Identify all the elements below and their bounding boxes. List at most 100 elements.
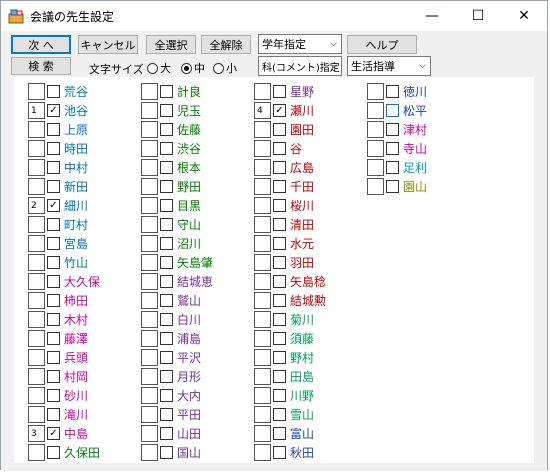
order-number-box[interactable] <box>254 254 271 271</box>
deselect-all-button[interactable]: 全解除 <box>201 35 251 54</box>
teacher-checkbox[interactable] <box>160 256 173 269</box>
teacher-checkbox[interactable] <box>47 161 60 174</box>
teacher-row[interactable]: 秋田 <box>254 443 314 462</box>
order-number-box[interactable] <box>254 216 271 233</box>
order-number-box[interactable] <box>254 83 271 100</box>
teacher-checkbox[interactable] <box>273 313 286 326</box>
teacher-checkbox[interactable] <box>160 237 173 250</box>
teacher-checkbox[interactable] <box>386 123 399 136</box>
next-button[interactable]: 次 へ <box>11 35 71 54</box>
teacher-checkbox[interactable] <box>273 427 286 440</box>
teacher-row[interactable]: 大内 <box>141 386 201 405</box>
teacher-checkbox[interactable] <box>273 332 286 345</box>
teacher-row[interactable]: 児玉 <box>141 101 201 120</box>
order-number-box[interactable] <box>254 178 271 195</box>
teacher-checkbox[interactable] <box>47 275 60 288</box>
teacher-row[interactable]: 1 ✓ 池谷 <box>28 101 88 120</box>
order-number-box[interactable] <box>141 292 158 309</box>
teacher-row[interactable]: 広島 <box>254 158 314 177</box>
teacher-checkbox[interactable] <box>386 85 399 98</box>
order-number-box[interactable] <box>254 349 271 366</box>
teacher-checkbox[interactable] <box>160 446 173 459</box>
subject-select[interactable]: 科(コメント)指定 ⌵ <box>258 56 342 76</box>
teacher-checkbox[interactable] <box>386 180 399 193</box>
teacher-row[interactable]: 兵頭 <box>28 348 88 367</box>
order-number-box[interactable] <box>141 216 158 233</box>
teacher-row[interactable]: 宮島 <box>28 234 88 253</box>
teacher-row[interactable]: 菊川 <box>254 310 314 329</box>
order-number-box[interactable] <box>367 102 384 119</box>
order-number-box[interactable] <box>28 235 45 252</box>
teacher-row[interactable]: 足利 <box>367 158 427 177</box>
order-number-box[interactable] <box>28 387 45 404</box>
teacher-row[interactable]: 砂川 <box>28 386 88 405</box>
teacher-checkbox[interactable] <box>160 218 173 231</box>
order-number-box[interactable] <box>141 197 158 214</box>
teacher-row[interactable]: 清田 <box>254 215 314 234</box>
order-number-box[interactable] <box>28 292 45 309</box>
order-number-box[interactable] <box>367 140 384 157</box>
teacher-row[interactable]: 根本 <box>141 158 201 177</box>
order-number-box[interactable] <box>28 330 45 347</box>
teacher-row[interactable]: 水元 <box>254 234 314 253</box>
order-number-box[interactable] <box>141 406 158 423</box>
order-number-box[interactable] <box>254 444 271 461</box>
teacher-row[interactable]: 平田 <box>141 405 201 424</box>
teacher-row[interactable]: 藤澤 <box>28 329 88 348</box>
teacher-checkbox[interactable] <box>47 446 60 459</box>
order-number-box[interactable] <box>254 197 271 214</box>
help-button[interactable]: ヘルプ <box>347 35 417 54</box>
teacher-row[interactable]: 荒谷 <box>28 82 88 101</box>
teacher-row[interactable]: 浦島 <box>141 329 201 348</box>
order-number-box[interactable] <box>141 83 158 100</box>
teacher-row[interactable]: 富山 <box>254 424 314 443</box>
teacher-row[interactable]: 時田 <box>28 139 88 158</box>
teacher-checkbox[interactable] <box>47 313 60 326</box>
order-number-box[interactable] <box>254 368 271 385</box>
teacher-checkbox[interactable]: ✓ <box>47 199 60 212</box>
order-number-box[interactable] <box>254 311 271 328</box>
order-number-box[interactable] <box>28 406 45 423</box>
teacher-row[interactable]: 寺山 <box>367 139 427 158</box>
order-number-box[interactable] <box>28 273 45 290</box>
teacher-row[interactable]: 久保田 <box>28 443 100 462</box>
teacher-checkbox[interactable] <box>273 275 286 288</box>
teacher-row[interactable]: 木村 <box>28 310 88 329</box>
teacher-row[interactable]: 桜川 <box>254 196 314 215</box>
order-number-box[interactable] <box>141 387 158 404</box>
order-number-box[interactable] <box>367 159 384 176</box>
teacher-row[interactable]: 田島 <box>254 367 314 386</box>
order-number-box[interactable]: 2 <box>28 197 45 214</box>
teacher-checkbox[interactable] <box>273 389 286 402</box>
order-number-box[interactable] <box>28 121 45 138</box>
cancel-button[interactable]: キャンセル <box>78 35 138 54</box>
teacher-row[interactable]: 村岡 <box>28 367 88 386</box>
teacher-checkbox[interactable]: ✓ <box>47 104 60 117</box>
font-size-large-radio[interactable]: 大 <box>147 60 171 76</box>
teacher-row[interactable]: 須藤 <box>254 329 314 348</box>
order-number-box[interactable]: 4 <box>254 102 271 119</box>
teacher-row[interactable]: 園田 <box>254 120 314 139</box>
order-number-box[interactable] <box>141 311 158 328</box>
font-size-small-radio[interactable]: 小 <box>213 60 237 76</box>
teacher-row[interactable]: 矢島稔 <box>254 272 326 291</box>
teacher-row[interactable]: 2 ✓ 細川 <box>28 196 88 215</box>
teacher-row[interactable]: 結城恵 <box>141 272 213 291</box>
teacher-row[interactable]: 羽田 <box>254 253 314 272</box>
order-number-box[interactable] <box>141 254 158 271</box>
teacher-checkbox[interactable] <box>273 237 286 250</box>
teacher-row[interactable]: 沼川 <box>141 234 201 253</box>
teacher-checkbox[interactable] <box>160 142 173 155</box>
teacher-row[interactable]: 佐藤 <box>141 120 201 139</box>
teacher-checkbox[interactable] <box>273 351 286 364</box>
teacher-row[interactable]: 中村 <box>28 158 88 177</box>
teacher-checkbox[interactable] <box>160 85 173 98</box>
teacher-checkbox[interactable] <box>273 142 286 155</box>
teacher-row[interactable]: 大久保 <box>28 272 100 291</box>
order-number-box[interactable] <box>141 140 158 157</box>
search-button[interactable]: 検 索 <box>11 57 71 75</box>
order-number-box[interactable] <box>28 159 45 176</box>
teacher-row[interactable]: 矢島肇 <box>141 253 213 272</box>
order-number-box[interactable] <box>367 121 384 138</box>
order-number-box[interactable] <box>141 349 158 366</box>
